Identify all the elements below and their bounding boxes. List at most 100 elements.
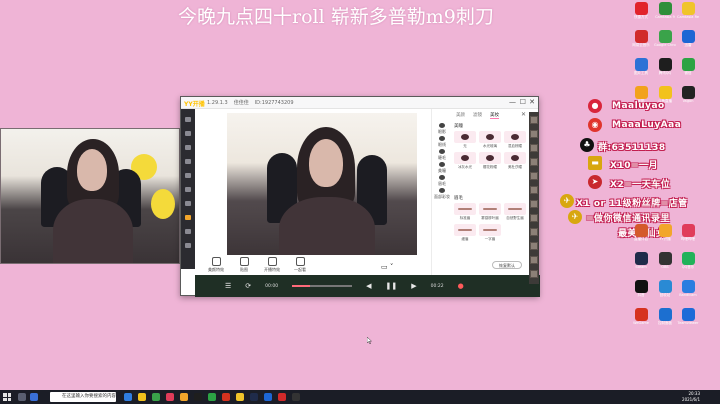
desktop-icon[interactable]: Vagon bbox=[677, 86, 699, 103]
room-icon[interactable] bbox=[185, 131, 191, 136]
qq-taskbar-icon[interactable] bbox=[194, 393, 202, 401]
game-icon[interactable] bbox=[185, 201, 191, 206]
strip-thumb[interactable] bbox=[530, 228, 538, 236]
yy-icon[interactable] bbox=[180, 393, 188, 401]
tab-beauty[interactable]: 美颜 bbox=[456, 112, 465, 119]
tab-filter[interactable]: 滤镜 bbox=[473, 112, 482, 119]
prev-icon[interactable]: ◀ bbox=[366, 282, 371, 290]
brow-item[interactable]: 一字眉 bbox=[479, 224, 501, 242]
watch-together-button[interactable]: 一起看 bbox=[289, 257, 311, 273]
edge-icon[interactable] bbox=[124, 393, 132, 401]
strip-thumb[interactable] bbox=[530, 116, 538, 124]
fire-icon[interactable] bbox=[185, 215, 191, 220]
eye-item[interactable]: 樱花粉瞳 bbox=[479, 152, 501, 170]
camera-select[interactable]: ▭ ˅ bbox=[381, 263, 393, 271]
beauty-button[interactable]: 美颜特效 bbox=[205, 257, 227, 273]
app-icon[interactable] bbox=[278, 393, 286, 401]
taskbar-search[interactable]: 在这里输入你要搜索的内容 bbox=[50, 392, 116, 402]
fans-icon[interactable] bbox=[185, 159, 191, 164]
wechat-icon[interactable] bbox=[208, 393, 216, 401]
desktop-icon[interactable]: 迅雷 bbox=[677, 30, 699, 47]
category-contacts[interactable]: 美瞳 bbox=[432, 162, 452, 175]
explorer-icon[interactable] bbox=[138, 393, 146, 401]
eye-item[interactable]: 水光琉璃 bbox=[479, 131, 501, 149]
steam-icon[interactable] bbox=[250, 393, 258, 401]
loop-icon[interactable]: ⟳ bbox=[245, 282, 251, 290]
desktop-icon[interactable]: Google Chrome bbox=[654, 30, 676, 47]
record-icon[interactable]: ● bbox=[458, 282, 464, 290]
desktop-icon[interactable]: 图片工具 bbox=[630, 58, 652, 75]
strip-thumb[interactable] bbox=[530, 144, 538, 152]
desktop-icon[interactable]: 网易云音乐 bbox=[630, 30, 652, 47]
list-icon[interactable]: ☰ bbox=[225, 282, 231, 290]
app-icon[interactable] bbox=[222, 393, 230, 401]
brow-item[interactable]: 雾感柳叶眉 bbox=[479, 203, 501, 221]
category-eyeliner[interactable]: 眼线 bbox=[432, 136, 452, 149]
desktop-icon[interactable]: Teamviewer bbox=[677, 308, 699, 325]
app-icon[interactable] bbox=[264, 393, 272, 401]
app-icon[interactable] bbox=[236, 393, 244, 401]
reset-button[interactable]: 恢复默认 bbox=[492, 261, 522, 269]
music-icon[interactable] bbox=[185, 187, 191, 192]
window-titlebar[interactable]: YY开播 1.29.1.3 佳佳佳 ID:1927743209 — ☐ ✕ bbox=[181, 97, 538, 109]
next-icon[interactable]: ▶ bbox=[411, 282, 416, 290]
eye-item[interactable]: 无 bbox=[454, 131, 476, 149]
maximize-button[interactable]: ☐ bbox=[520, 98, 526, 106]
app-icon[interactable] bbox=[166, 393, 174, 401]
chrome-icon[interactable] bbox=[152, 393, 160, 401]
brow-item[interactable]: 标准眉 bbox=[454, 203, 476, 221]
clock[interactable]: 20:33 2021/6/1 bbox=[682, 391, 700, 403]
desktop-icon[interactable]: 直播伴侣 bbox=[630, 224, 652, 241]
strip-thumb[interactable] bbox=[530, 256, 538, 264]
close-button[interactable]: ✕ bbox=[529, 98, 535, 106]
desktop-icon[interactable]: 控制面板 bbox=[654, 308, 676, 325]
desktop-icon[interactable]: Bandicam bbox=[677, 280, 699, 297]
eye-item[interactable]: 混血棕瞳 bbox=[504, 131, 526, 149]
desktop-icon[interactable]: 抖音 bbox=[630, 280, 652, 297]
windows-start-icon[interactable] bbox=[3, 393, 11, 401]
strip-thumb[interactable] bbox=[530, 214, 538, 222]
tab-makeup[interactable]: 美妆 bbox=[490, 112, 499, 119]
desktop-icon[interactable]: 哔哩哔哩 bbox=[677, 224, 699, 241]
desktop-icon[interactable]: 回收站 bbox=[654, 280, 676, 297]
desktop-icon[interactable]: Steam bbox=[630, 252, 652, 269]
settings-icon[interactable] bbox=[185, 243, 191, 248]
strip-thumb[interactable] bbox=[530, 158, 538, 166]
desktop-icon[interactable]: Camtasia 9 bbox=[654, 2, 676, 19]
desktop-icon[interactable]: Camtasia Recorder bbox=[677, 2, 699, 19]
eye-item[interactable]: 美杜莎瞳 bbox=[504, 152, 526, 170]
obs-icon[interactable] bbox=[292, 393, 300, 401]
close-icon[interactable]: ✕ bbox=[521, 111, 526, 118]
desktop-icon[interactable]: 腾讯QQ bbox=[654, 58, 676, 75]
desktop-icon[interactable]: WeGame bbox=[630, 308, 652, 325]
strip-thumb[interactable] bbox=[530, 200, 538, 208]
home-icon[interactable] bbox=[185, 117, 191, 122]
desktop-icon[interactable]: 快捷方式 bbox=[630, 2, 652, 19]
brow-item[interactable]: 细眉 bbox=[454, 224, 476, 242]
desktop-icon[interactable]: 斗鱼直播 bbox=[654, 86, 676, 103]
pause-icon[interactable]: ❚❚ bbox=[386, 282, 398, 290]
brow-item[interactable]: 自然野生眉 bbox=[504, 203, 526, 221]
strip-thumb[interactable] bbox=[530, 172, 538, 180]
strip-thumb[interactable] bbox=[530, 270, 538, 278]
desktop-icon[interactable]: QQ音乐 bbox=[677, 252, 699, 269]
effect-button[interactable]: 开播特效 bbox=[261, 257, 283, 273]
desktop-icon[interactable]: 微信 bbox=[677, 58, 699, 75]
yy-live-window[interactable]: YY开播 1.29.1.3 佳佳佳 ID:1927743209 — ☐ ✕ 美颜… bbox=[180, 96, 540, 297]
desktop-icon[interactable]: YY开播 bbox=[654, 224, 676, 241]
data-icon[interactable] bbox=[185, 173, 191, 178]
search-icon[interactable] bbox=[30, 393, 38, 401]
strip-thumb[interactable] bbox=[530, 186, 538, 194]
category-eyeshadow[interactable]: 眼影 bbox=[432, 123, 452, 136]
gift-icon[interactable] bbox=[185, 145, 191, 150]
progress-bar[interactable] bbox=[292, 285, 353, 287]
desktop-icon[interactable]: OBS bbox=[654, 252, 676, 269]
category-face[interactable]: 面部彩妆 bbox=[432, 188, 452, 201]
sticker-button[interactable]: 贴图 bbox=[233, 257, 255, 273]
tools-icon[interactable] bbox=[185, 229, 191, 234]
category-lashes[interactable]: 睫毛 bbox=[432, 149, 452, 162]
category-brows[interactable]: 眉毛 bbox=[432, 175, 452, 188]
task-view-icon[interactable] bbox=[18, 393, 26, 401]
eye-item[interactable]: 冰灰水光 bbox=[454, 152, 476, 170]
strip-thumb[interactable] bbox=[530, 130, 538, 138]
